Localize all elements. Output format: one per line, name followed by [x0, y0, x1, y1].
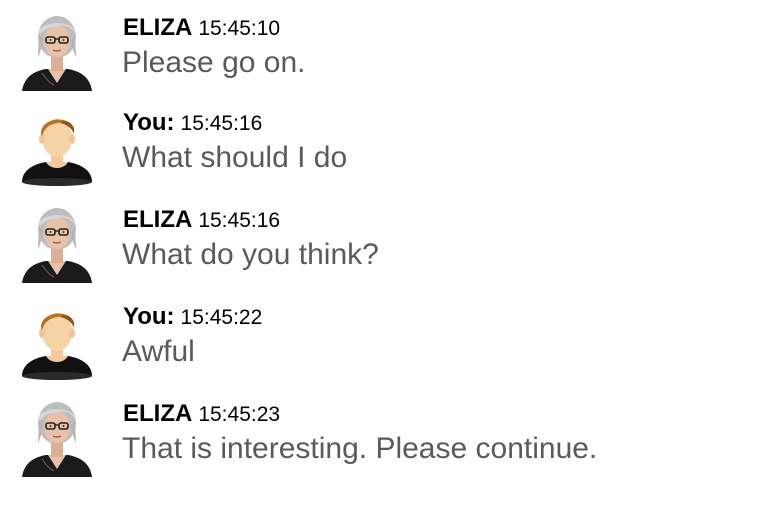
- chat-message: You: 15:45:22 Awful: [0, 302, 784, 399]
- sender-line: ELIZA 15:45:10: [123, 15, 280, 44]
- chat-message: ELIZA 15:45:10 Please go on.: [0, 13, 784, 110]
- sender-name: You:: [123, 303, 175, 330]
- chat-log: ELIZA 15:45:10 Please go on. You: 15:45:16…: [0, 0, 784, 512]
- sender-line: ELIZA 15:45:16: [123, 207, 280, 236]
- eliza-avatar-icon: [22, 16, 92, 91]
- sender-name: ELIZA: [123, 206, 193, 233]
- timestamp: 15:45:16: [198, 209, 281, 232]
- timestamp: 15:45:10: [198, 17, 281, 40]
- message-text: Please go on.: [122, 46, 306, 79]
- message-text: What do you think?: [122, 238, 379, 271]
- user-avatar-icon: [22, 119, 92, 186]
- avatar: [20, 302, 94, 380]
- timestamp: 15:45:22: [180, 306, 263, 329]
- chat-message: You: 15:45:16 What should I do: [0, 108, 784, 205]
- user-avatar-icon: [22, 313, 92, 380]
- sender-name: ELIZA: [123, 400, 193, 427]
- message-text: Awful: [122, 335, 195, 368]
- chat-message: ELIZA 15:45:16 What do you think?: [0, 205, 784, 302]
- sender-name: ELIZA: [123, 14, 193, 41]
- chat-message: ELIZA 15:45:23 That is interesting. Pleas…: [0, 399, 784, 496]
- sender-line: You: 15:45:16: [123, 110, 262, 139]
- avatar: [20, 13, 94, 91]
- sender-line: You: 15:45:22: [123, 304, 262, 333]
- timestamp: 15:45:23: [198, 403, 281, 426]
- message-text: What should I do: [122, 141, 348, 174]
- message-text: That is interesting. Please continue.: [122, 432, 598, 465]
- avatar: [20, 108, 94, 186]
- eliza-avatar-icon: [22, 208, 92, 283]
- sender-name: You:: [123, 109, 175, 136]
- timestamp: 15:45:16: [180, 112, 263, 135]
- eliza-avatar-icon: [22, 402, 92, 477]
- avatar: [20, 399, 94, 477]
- sender-line: ELIZA 15:45:23: [123, 401, 280, 430]
- avatar: [20, 205, 94, 283]
